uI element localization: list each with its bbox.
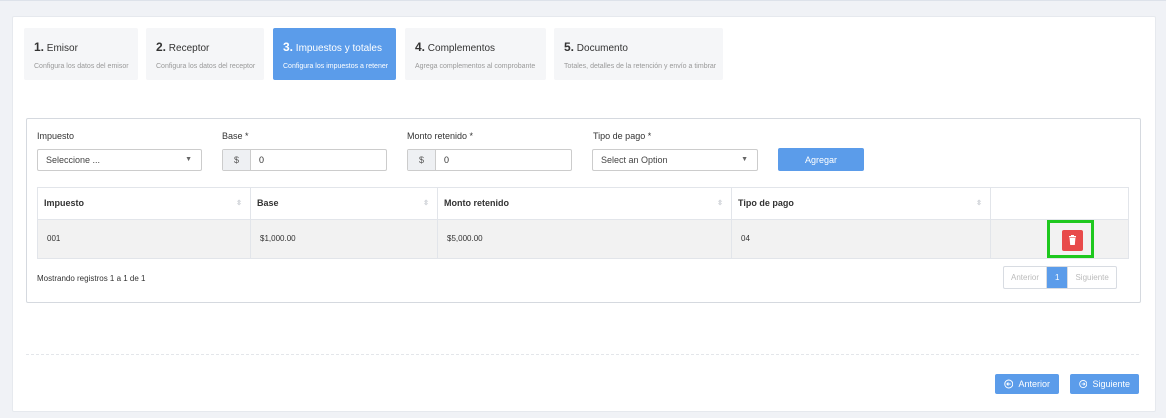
impuesto-select[interactable]: Seleccione ... ▼: [37, 149, 202, 171]
step-number: 4.: [415, 40, 426, 54]
step-number: 3.: [283, 40, 294, 54]
tipo-pago-select[interactable]: Select an Option ▼: [592, 149, 758, 171]
col-impuesto[interactable]: Impuesto ⇳: [38, 188, 251, 219]
cell-tipo-pago: 04: [732, 220, 991, 258]
cell-impuesto: 001: [38, 220, 251, 258]
col-label: Base: [257, 198, 279, 208]
dollar-addon: $: [408, 150, 436, 170]
step-title: Receptor: [168, 43, 210, 54]
col-label: Impuesto: [44, 198, 85, 208]
col-monto[interactable]: Monto retenido ⇳: [438, 188, 732, 219]
monto-input[interactable]: [436, 150, 571, 170]
table-row: 001 $1,000.00 $5,000.00 04: [37, 220, 1129, 259]
anterior-label: Anterior: [1018, 379, 1050, 389]
col-label: Tipo de pago: [738, 198, 794, 208]
dollar-addon: $: [223, 150, 251, 170]
siguiente-button[interactable]: Siguiente: [1070, 374, 1139, 394]
pagination: Anterior 1 Siguiente: [1003, 266, 1117, 289]
step-number: 1.: [34, 40, 45, 54]
step-title: Impuestos y totales: [295, 43, 382, 54]
step-impuestos[interactable]: 3. Impuestos y totales Configura los imp…: [273, 28, 396, 80]
step-desc: Configura los datos del emisor: [34, 63, 129, 70]
base-input[interactable]: [251, 150, 386, 170]
step-emisor[interactable]: 1. Emisor Configura los datos del emisor: [24, 28, 138, 80]
step-number: 2.: [156, 40, 167, 54]
impuestos-table: Impuesto ⇳ Base ⇳ Monto retenido ⇳ Tipo …: [37, 187, 1129, 259]
arrow-left-circle-icon: [1004, 379, 1014, 389]
trash-icon: [1069, 235, 1076, 245]
step-documento[interactable]: 5. Documento Totales, detalles de la ret…: [554, 28, 723, 80]
anterior-button[interactable]: Anterior: [995, 374, 1059, 394]
monto-label: Monto retenido *: [407, 131, 474, 141]
siguiente-label: Siguiente: [1092, 379, 1130, 389]
sort-icon: ⇳: [423, 200, 429, 207]
step-desc: Totales, detalles de la retención y enví…: [564, 63, 717, 70]
table-header: Impuesto ⇳ Base ⇳ Monto retenido ⇳ Tipo …: [37, 187, 1129, 220]
col-actions: [991, 188, 1128, 219]
sort-icon: ⇳: [976, 200, 982, 207]
divider: [26, 354, 1139, 355]
impuestos-panel: Impuesto Seleccione ... ▼ Base * $ Monto…: [26, 118, 1141, 303]
step-title: Documento: [576, 43, 628, 54]
pagination-prev[interactable]: Anterior: [1004, 267, 1048, 288]
step-number: 5.: [564, 40, 575, 54]
pagination-next[interactable]: Siguiente: [1067, 267, 1115, 288]
monto-input-group: $: [407, 149, 572, 171]
col-base[interactable]: Base ⇳: [251, 188, 438, 219]
step-title: Complementos: [427, 43, 496, 54]
base-input-group: $: [222, 149, 387, 171]
delete-highlight: [1047, 220, 1094, 258]
delete-button[interactable]: [1062, 230, 1083, 251]
step-title: Emisor: [46, 43, 78, 54]
step-desc: Configura los impuestos a retener: [283, 63, 389, 70]
col-label: Monto retenido: [444, 198, 509, 208]
impuesto-label: Impuesto: [37, 131, 75, 141]
table-info: Mostrando registros 1 a 1 de 1: [37, 274, 146, 283]
wizard-card: 1. Emisor Configura los datos del emisor…: [12, 16, 1156, 412]
impuesto-select-value: Seleccione ...: [46, 155, 101, 165]
top-border: [0, 0, 1166, 1]
step-complementos[interactable]: 4. Complementos Agrega complementos al c…: [405, 28, 546, 80]
caret-down-icon: ▼: [741, 156, 748, 163]
base-label: Base *: [222, 131, 249, 141]
sort-icon: ⇳: [717, 200, 723, 207]
pagination-page-1[interactable]: 1: [1047, 267, 1068, 288]
cell-monto: $5,000.00: [438, 220, 732, 258]
step-desc: Agrega complementos al comprobante: [415, 63, 536, 70]
caret-down-icon: ▼: [185, 156, 192, 163]
arrow-right-circle-icon: [1079, 380, 1088, 388]
tipo-pago-select-value: Select an Option: [601, 155, 668, 165]
cell-base: $1,000.00: [251, 220, 438, 258]
agregar-button[interactable]: Agregar: [778, 148, 864, 171]
sort-icon: ⇳: [236, 200, 242, 207]
col-tipo-pago[interactable]: Tipo de pago ⇳: [732, 188, 991, 219]
step-desc: Configura los datos del receptor: [156, 63, 256, 70]
tipo-pago-label: Tipo de pago *: [593, 131, 652, 141]
step-receptor[interactable]: 2. Receptor Configura los datos del rece…: [146, 28, 264, 80]
